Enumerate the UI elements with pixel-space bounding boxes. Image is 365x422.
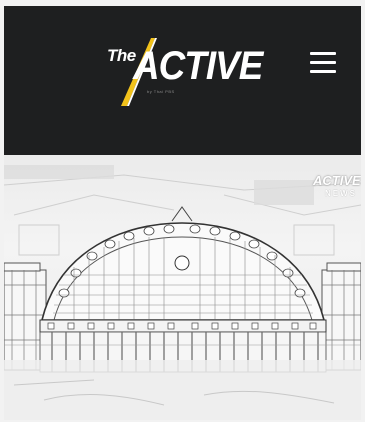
badge-name: ACTIVE — [313, 173, 361, 188]
logo-name: ACTIVE — [133, 44, 263, 88]
page-frame: The ACTIVE by Thai PBS ACTIVE NEWS — [4, 6, 361, 420]
active-news-badge: ACTIVE NEWS — [307, 173, 361, 207]
logo-tagline: by Thai PBS — [147, 89, 175, 94]
logo-prefix: The — [107, 46, 136, 65]
badge-label: NEWS — [325, 189, 357, 198]
hamburger-menu-icon[interactable] — [308, 48, 342, 78]
hero-image: ACTIVE NEWS — [4, 155, 361, 420]
the-active-logo[interactable]: The ACTIVE by Thai PBS — [107, 36, 263, 108]
site-header: The ACTIVE by Thai PBS — [4, 6, 361, 155]
